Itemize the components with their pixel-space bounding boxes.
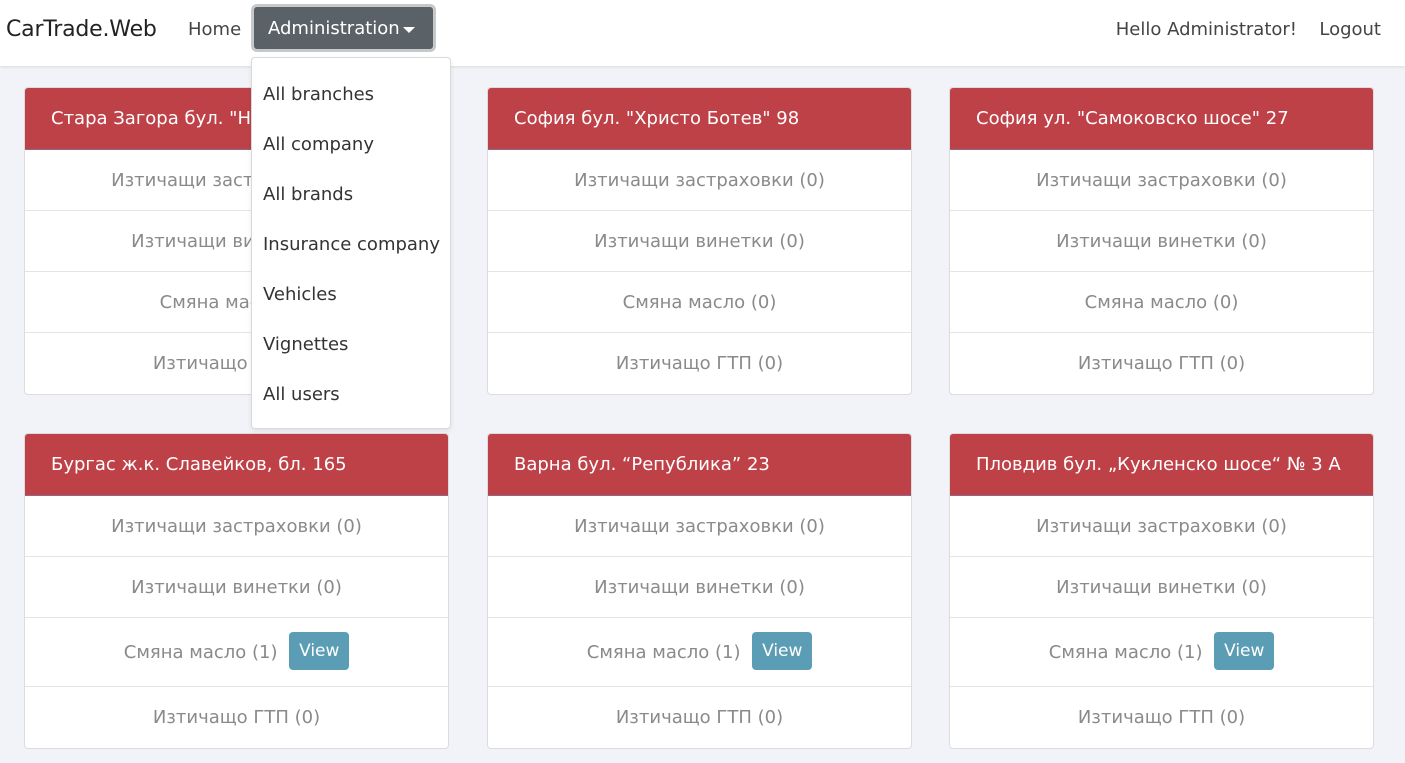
- branch-card-title: Варна бул. “Република” 23: [488, 434, 911, 496]
- expiring-inspection-row: Изтичащо ГТП (0): [1077, 707, 1246, 728]
- branch-card: Бургас ж.к. Славейков, бл. 165 Изтичащи …: [24, 433, 449, 749]
- branch-card-title: София бул. "Христо Ботев" 98: [488, 88, 911, 150]
- user-greeting-link[interactable]: Hello Administrator!: [1116, 19, 1297, 40]
- nav-home-link[interactable]: Home: [188, 19, 241, 40]
- oil-change-row: Смяна масло (1) View: [25, 618, 448, 687]
- branch-card-title: Пловдив бул. „Кукленско шосе“ № 3 А: [950, 434, 1373, 496]
- administration-dropdown-menu: All branches All company All brands Insu…: [251, 57, 451, 429]
- expiring-insurance-row: Изтичащи застраховки (0): [25, 496, 448, 557]
- menu-item-insurance-company[interactable]: Insurance company: [252, 220, 450, 270]
- expiring-inspection-row: Изтичащо ГТП (0): [1077, 353, 1246, 374]
- branch-card-title: София ул. "Самоковско шосе" 27: [950, 88, 1373, 150]
- view-oil-change-button[interactable]: View: [1214, 632, 1275, 670]
- expiring-vignettes-row: Изтичащи винетки (0): [488, 211, 911, 272]
- oil-change-label: Смяна масло (1): [123, 642, 278, 663]
- expiring-vignettes-row: Изтичащи винетки (0): [25, 557, 448, 618]
- branch-card: София ул. "Самоковско шосе" 27 Изтичащи …: [949, 87, 1374, 395]
- oil-change-row: Смяна масло (0): [488, 272, 911, 333]
- menu-item-all-users[interactable]: All users: [252, 370, 450, 420]
- expiring-vignettes-row: Изтичащи винетки (0): [950, 557, 1373, 618]
- administration-label: Administration: [268, 17, 400, 39]
- branch-card: Пловдив бул. „Кукленско шосе“ № 3 А Изти…: [949, 433, 1374, 749]
- menu-item-all-company[interactable]: All company: [252, 120, 450, 170]
- expiring-insurance-row: Изтичащи застраховки (0): [488, 150, 911, 211]
- expiring-insurance-row: Изтичащи застраховки (0): [950, 496, 1373, 557]
- expiring-insurance-row: Изтичащи застраховки (0): [950, 150, 1373, 211]
- menu-item-vehicles[interactable]: Vehicles: [252, 270, 450, 320]
- oil-change-label: Смяна масло (1): [586, 642, 741, 663]
- view-oil-change-button[interactable]: View: [752, 632, 813, 670]
- branch-card-title: Бургас ж.к. Славейков, бл. 165: [25, 434, 448, 496]
- expiring-vignettes-row: Изтичащи винетки (0): [950, 211, 1373, 272]
- menu-item-vignettes[interactable]: Vignettes: [252, 320, 450, 370]
- expiring-inspection-row: Изтичащо ГТП (0): [615, 353, 784, 374]
- expiring-insurance-row: Изтичащи застраховки (0): [488, 496, 911, 557]
- caret-down-icon: [403, 27, 415, 33]
- oil-change-row: Смяна масло (0): [950, 272, 1373, 333]
- oil-change-label: Смяна масло (1): [1048, 642, 1203, 663]
- logout-link[interactable]: Logout: [1319, 19, 1381, 40]
- view-oil-change-button[interactable]: View: [289, 632, 350, 670]
- expiring-inspection-row: Изтичащо ГТП (0): [615, 707, 784, 728]
- menu-item-all-branches[interactable]: All branches: [252, 70, 450, 120]
- menu-item-all-brands[interactable]: All brands: [252, 170, 450, 220]
- administration-dropdown-button[interactable]: Administration: [251, 4, 436, 52]
- branch-card: Варна бул. “Република” 23 Изтичащи застр…: [487, 433, 912, 749]
- oil-change-row: Смяна масло (1) View: [950, 618, 1373, 687]
- expiring-vignettes-row: Изтичащи винетки (0): [488, 557, 911, 618]
- brand-link[interactable]: CarTrade.Web: [6, 17, 157, 42]
- expiring-inspection-row: Изтичащо ГТП (0): [152, 707, 321, 728]
- oil-change-row: Смяна масло (1) View: [488, 618, 911, 687]
- branch-card: София бул. "Христо Ботев" 98 Изтичащи за…: [487, 87, 912, 395]
- top-navbar: CarTrade.Web Home Administration Hello A…: [0, 0, 1405, 66]
